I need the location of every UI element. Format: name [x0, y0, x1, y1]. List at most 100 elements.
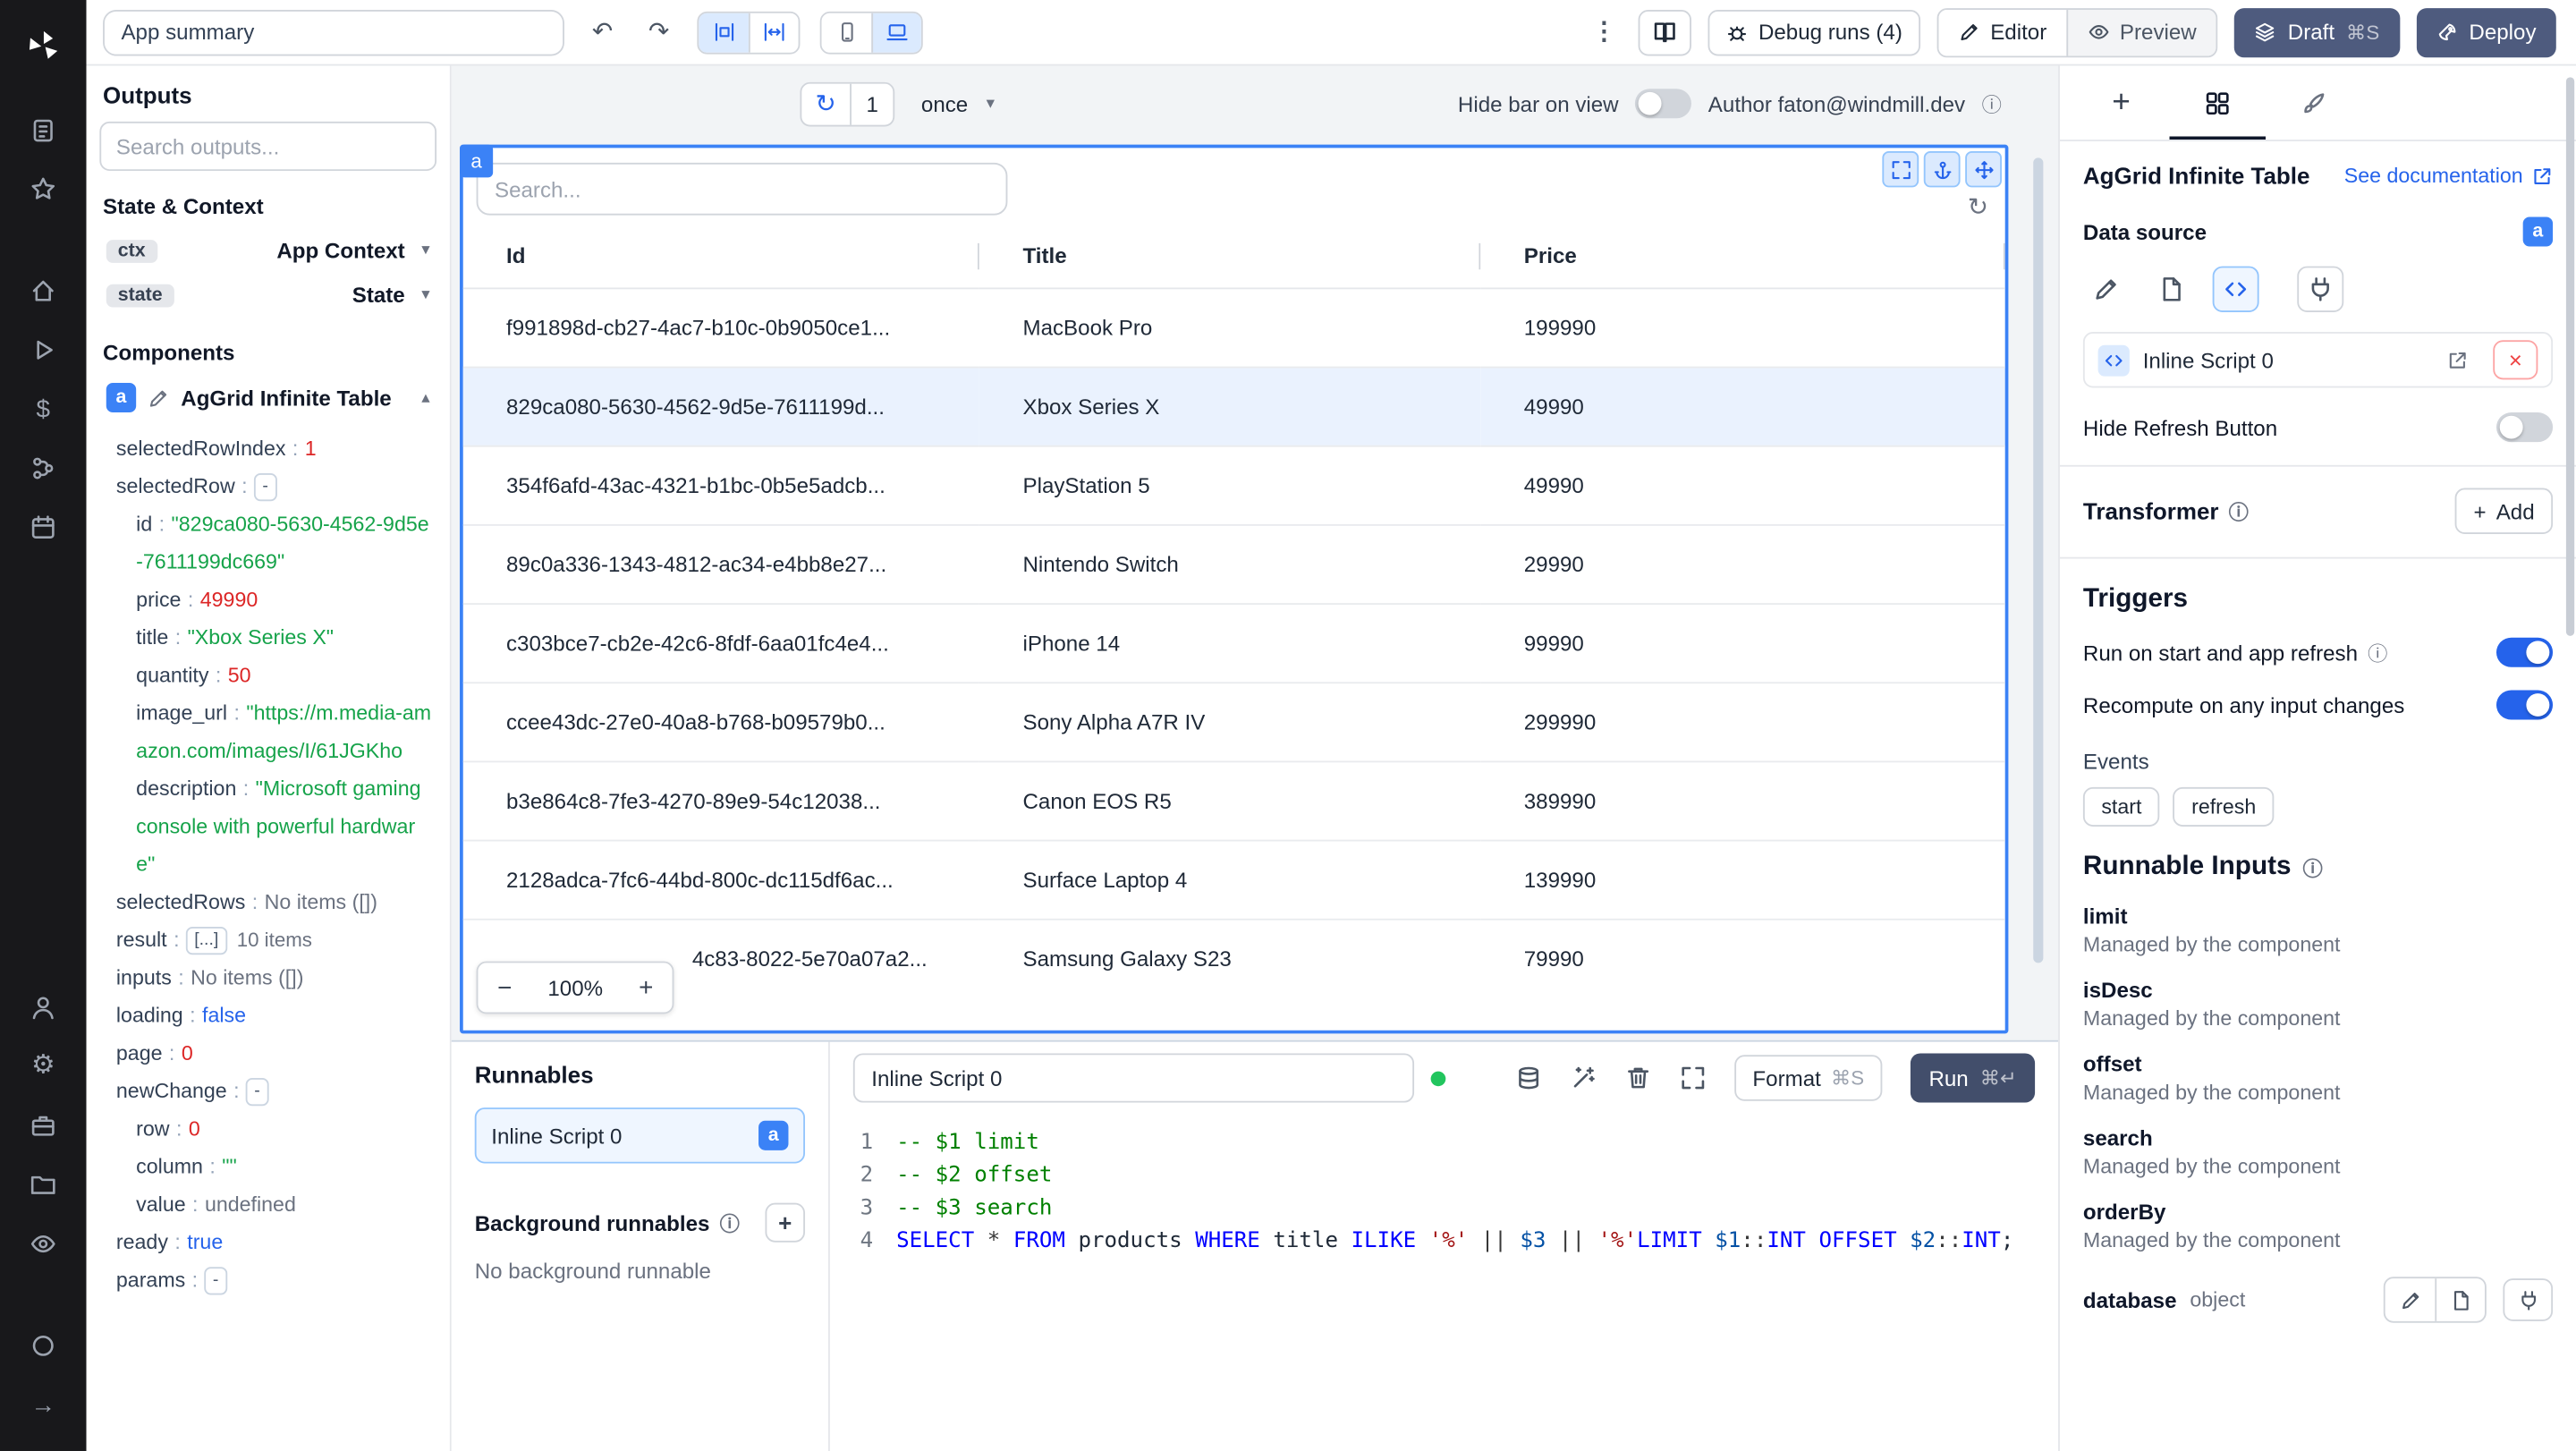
- run-button[interactable]: Run ⌘↵: [1911, 1053, 2036, 1103]
- output-tree-row[interactable]: result: [...] 10 items: [99, 922, 436, 960]
- kebab-menu-icon[interactable]: ⋮: [1586, 14, 1623, 50]
- component-tag[interactable]: a: [460, 144, 494, 178]
- open-script-icon[interactable]: [2446, 349, 2468, 370]
- redo-button[interactable]: ↷: [640, 14, 677, 50]
- output-tree-row[interactable]: quantity:50: [99, 658, 436, 695]
- desktop-view-button[interactable]: [871, 12, 921, 52]
- output-tree-row[interactable]: newChange: -: [99, 1073, 436, 1110]
- play-icon[interactable]: [17, 326, 70, 375]
- table-row[interactable]: b3e864c8-7fe3-4270-89e9-54c12038... Canon…: [462, 759, 2005, 840]
- move-component-button[interactable]: [1965, 150, 2002, 188]
- component-settings-tab[interactable]: [2169, 65, 2266, 140]
- connect-mode-button[interactable]: [2297, 266, 2344, 313]
- briefcase-icon[interactable]: [17, 1101, 70, 1150]
- styling-tab[interactable]: [2266, 65, 2362, 140]
- mobile-view-button[interactable]: [821, 12, 872, 52]
- pencil-icon[interactable]: [148, 387, 169, 409]
- connect-database-button[interactable]: [2503, 1278, 2554, 1321]
- component-outputs-row[interactable]: a AgGrid Infinite Table ▴: [99, 375, 436, 420]
- output-tree-row[interactable]: value: undefined: [99, 1186, 436, 1224]
- table-column-header[interactable]: Title: [979, 225, 1481, 289]
- output-tree-row[interactable]: selectedRow: -: [99, 469, 436, 506]
- undo-button[interactable]: ↶: [584, 14, 621, 50]
- event-chip-refresh[interactable]: refresh: [2173, 786, 2275, 827]
- zoom-in-button[interactable]: +: [620, 973, 673, 1001]
- see-documentation-link[interactable]: See documentation: [2344, 165, 2553, 187]
- settings-scrollbar[interactable]: [2565, 77, 2575, 636]
- expand-icon[interactable]: [1680, 1065, 1707, 1090]
- output-tree-row[interactable]: page:0: [99, 1035, 436, 1073]
- windmill-logo[interactable]: [17, 21, 70, 71]
- run-on-start-toggle[interactable]: [2496, 637, 2554, 667]
- state-row[interactable]: state State ▾: [99, 273, 436, 318]
- deploy-button[interactable]: Deploy: [2416, 7, 2556, 57]
- home-icon[interactable]: [17, 267, 70, 316]
- output-tree-row[interactable]: id: "829ca080-5630-4562-9d5e-7611199dc669…: [99, 506, 436, 581]
- edit-mode-button[interactable]: [2083, 267, 2130, 312]
- refresh-count[interactable]: 1: [850, 82, 893, 124]
- user-icon[interactable]: [17, 982, 70, 1031]
- recompute-toggle[interactable]: [2496, 690, 2554, 720]
- runnable-item[interactable]: Inline Script 0 a: [474, 1107, 806, 1164]
- preview-tab[interactable]: Preview: [2066, 9, 2216, 55]
- table-row[interactable]: 2128adca-7fc6-44bd-800c-dc115df6ac... Sur…: [462, 838, 2005, 919]
- grid-search-input[interactable]: [476, 162, 1008, 216]
- output-tree-row[interactable]: selectedRowIndex:1: [99, 430, 436, 468]
- output-tree-row[interactable]: ready: true: [99, 1224, 436, 1261]
- debug-runs-button[interactable]: Debug runs (4): [1708, 9, 1921, 55]
- resources-icon[interactable]: [17, 444, 70, 493]
- output-tree-row[interactable]: description: "Microsoft gaming console wi…: [99, 771, 436, 885]
- full-width-button[interactable]: [748, 12, 799, 52]
- output-tree-row[interactable]: params: -: [99, 1262, 436, 1300]
- expand-component-button[interactable]: [1882, 150, 1919, 188]
- app-summary-input[interactable]: [103, 9, 564, 55]
- hide-refresh-toggle[interactable]: [2496, 412, 2554, 443]
- template-mode-button[interactable]: [2148, 267, 2194, 312]
- event-chip-start[interactable]: start: [2082, 786, 2160, 827]
- collapse-arrow-icon[interactable]: →: [17, 1380, 70, 1430]
- template-database-button[interactable]: [2435, 1278, 2485, 1321]
- dollar-icon[interactable]: $: [17, 385, 70, 434]
- add-transformer-button[interactable]: + Add: [2455, 488, 2554, 534]
- canvas-scrollbar[interactable]: [2033, 157, 2044, 963]
- draft-button[interactable]: Draft ⌘S: [2234, 7, 2400, 57]
- table-row[interactable]: 89c0a336-1343-4812-ac34-e4bb8e27... Ninte…: [462, 523, 2005, 604]
- output-tree-row[interactable]: title: "Xbox Series X": [99, 620, 436, 658]
- code-mode-button[interactable]: [2212, 266, 2259, 313]
- output-tree-row[interactable]: column: "": [99, 1149, 436, 1186]
- hide-bar-toggle[interactable]: [1635, 89, 1692, 119]
- folder-icon[interactable]: [17, 1160, 70, 1209]
- table-row[interactable]: 354f6afd-43ac-4321-b1bc-0b5e5adcb... Play…: [462, 444, 2005, 524]
- table-row[interactable]: 4c83-8022-5e70a07a2... Samsung Galaxy S23…: [462, 917, 2005, 997]
- output-tree-row[interactable]: loading: false: [99, 997, 436, 1035]
- table-column-header[interactable]: Price: [1480, 225, 2005, 289]
- output-tree-row[interactable]: row:0: [99, 1111, 436, 1149]
- gear-icon[interactable]: ⚙: [17, 1042, 70, 1091]
- calendar-icon[interactable]: [17, 503, 70, 552]
- trash-icon[interactable]: [1625, 1065, 1652, 1090]
- insert-component-tab[interactable]: +: [2073, 65, 2170, 140]
- search-outputs-input[interactable]: [99, 121, 437, 172]
- anchor-component-button[interactable]: [1923, 150, 1961, 188]
- fixed-width-button[interactable]: [699, 12, 749, 52]
- zoom-out-button[interactable]: −: [478, 973, 530, 1001]
- output-tree-row[interactable]: price:49990: [99, 581, 436, 619]
- code-editor[interactable]: 1 -- $1 limit 2 -- $2 offset 3 -- $3 search 4 S…: [830, 1114, 2058, 1451]
- table-row[interactable]: c303bce7-cb2e-42c6-8fdf-6aa01fc4e4... iPh…: [462, 602, 2005, 683]
- table-row[interactable]: ccee43dc-27e0-40a8-b768-b09579b0... Sony …: [462, 681, 2005, 761]
- output-tree-row[interactable]: image_url: "https://m.media-amazon.com/im…: [99, 695, 436, 770]
- docs-button[interactable]: [1639, 9, 1692, 55]
- canvas[interactable]: a ↻ IdTitlePrice f991898d-cb27-4ac7-b10c…: [452, 141, 2058, 1040]
- component-refresh-icon[interactable]: ↻: [1968, 194, 1988, 222]
- table-row[interactable]: f991898d-cb27-4ac7-b10c-0b9050ce1... MacB…: [462, 286, 2005, 367]
- ctx-row[interactable]: ctx App Context ▾: [99, 228, 436, 273]
- editor-tab[interactable]: Editor: [1938, 9, 2067, 55]
- format-button[interactable]: Format ⌘S: [1734, 1055, 1883, 1101]
- refresh-icon[interactable]: ↻: [801, 83, 850, 124]
- aggrid-component[interactable]: a ↻ IdTitlePrice f991898d-cb27-4ac7-b10c…: [460, 144, 2009, 1034]
- edit-database-button[interactable]: [2385, 1278, 2436, 1321]
- output-tree-row[interactable]: inputs: No items ([]): [99, 960, 436, 997]
- detach-script-button[interactable]: ×: [2493, 340, 2538, 380]
- table-column-header[interactable]: Id: [462, 225, 980, 289]
- script-name-input[interactable]: [852, 1053, 1415, 1103]
